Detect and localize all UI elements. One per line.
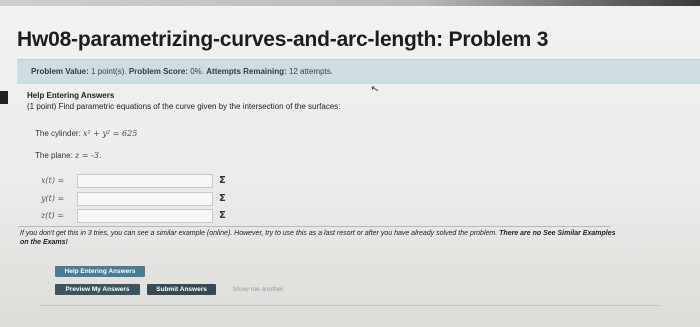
answer-row-z: z(t) = Σ: [41, 209, 251, 223]
submit-answers-button[interactable]: Submit Answers: [147, 284, 216, 295]
help-entering-answers-button[interactable]: Help Entering Answers: [55, 266, 145, 277]
preview-answers-button[interactable]: Preview My Answers: [55, 284, 140, 295]
cylinder-formula: x² + y² = 625: [83, 129, 138, 138]
note-text: If you don't get this in 3 tries, you ca…: [20, 230, 498, 237]
webwork-screen: Hw08-parametrizing-curves-and-arc-length…: [0, 0, 700, 327]
help-entering-answers-link[interactable]: Help Entering Answers: [27, 91, 114, 100]
answer-input-y[interactable]: [77, 192, 213, 206]
similar-example-note: If you don't get this in 3 tries, you ca…: [20, 229, 620, 247]
browser-top-edge: [0, 0, 700, 6]
attempts-label: Attempts Remaining:: [206, 67, 287, 76]
answer-row-x: x(t) = Σ: [41, 174, 251, 188]
problem-info-bar: Problem Value: 1 point(s). Problem Score…: [17, 59, 700, 84]
problem-score: 0%.: [190, 67, 205, 76]
problem-value: 1 point(s).: [91, 67, 127, 76]
problem-value-label: Problem Value:: [31, 67, 89, 76]
cylinder-equation: The cylinder: x² + y² = 625: [35, 129, 137, 138]
plane-label: The plane:: [35, 151, 73, 160]
answer-row-y: y(t) = Σ: [41, 192, 251, 206]
page-title: Hw08-parametrizing-curves-and-arc-length…: [17, 28, 549, 51]
left-edge-shadow: [0, 91, 8, 104]
plane-equation: The plane: z = -3.: [35, 151, 101, 160]
plane-formula: z = -3.: [75, 151, 102, 160]
show-me-another-button[interactable]: Show me another: [222, 284, 294, 295]
problem-statement: (1 point) Find parametric equations of t…: [27, 102, 341, 111]
equation-editor-icon[interactable]: Σ: [219, 210, 226, 221]
bottom-divider: [40, 305, 660, 306]
equation-editor-icon[interactable]: Σ: [219, 175, 226, 186]
answer-input-x[interactable]: [77, 174, 213, 188]
answer-input-z[interactable]: [77, 209, 213, 223]
equation-editor-icon[interactable]: Σ: [219, 193, 226, 204]
divider: [18, 226, 610, 227]
cylinder-label: The cylinder:: [35, 129, 81, 138]
attempts-remaining: 12 attempts.: [288, 67, 333, 76]
problem-score-label: Problem Score:: [128, 67, 188, 76]
